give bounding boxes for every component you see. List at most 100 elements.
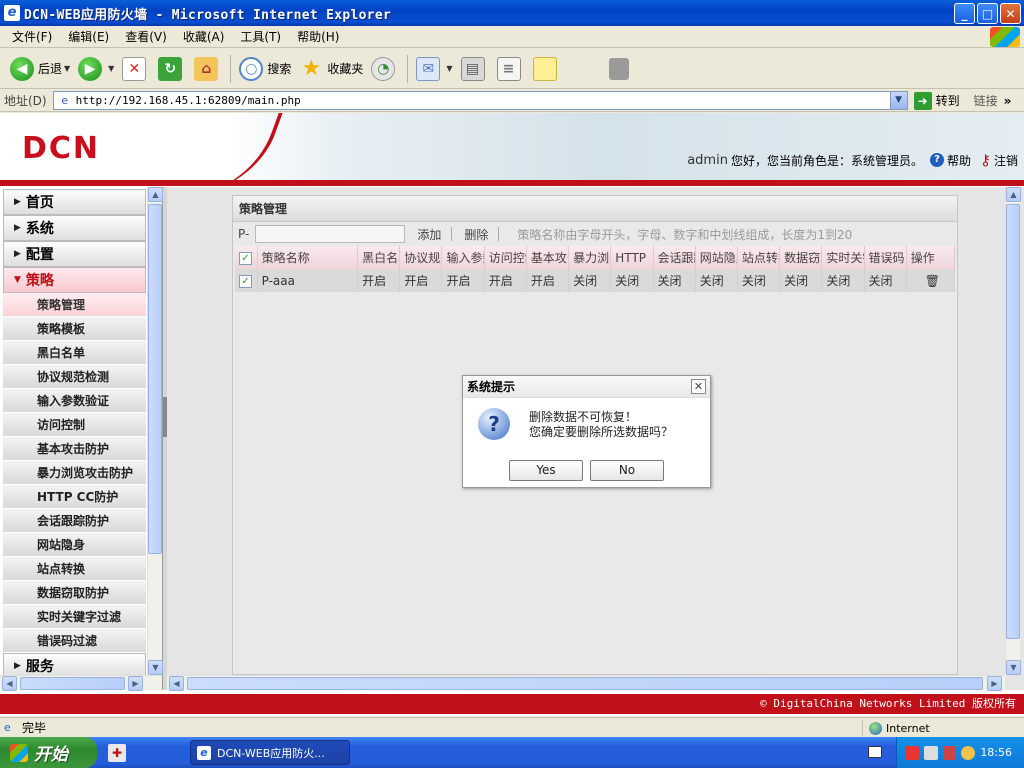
sidebar-item-policy-sub[interactable]: 策略模板 — [3, 317, 146, 341]
row-select-cell[interactable]: ✓ — [235, 269, 258, 292]
scroll-down-icon[interactable]: ▼ — [148, 660, 163, 675]
monitor-icon[interactable] — [923, 745, 938, 760]
column-header[interactable]: 实时关键 — [821, 246, 865, 269]
menu-tools[interactable]: 工具(T) — [232, 28, 289, 45]
refresh-button[interactable]: ↻ — [154, 52, 190, 86]
go-button[interactable]: ➜ 转到 — [913, 91, 960, 110]
key-icon[interactable]: ⚷ — [980, 151, 991, 169]
sidebar-item-policy-sub[interactable]: 暴力浏览攻击防护 — [3, 461, 146, 485]
select-all-checkbox[interactable]: ✓ — [239, 251, 252, 265]
favorites-button[interactable]: ★ 收藏夹 — [295, 52, 367, 86]
sidebar-item-policy-sub[interactable]: 数据窃取防护 — [3, 581, 146, 605]
scroll-up-icon[interactable]: ▲ — [148, 187, 163, 202]
start-button[interactable]: 开始 — [0, 737, 97, 768]
volume-icon[interactable] — [961, 745, 976, 760]
taskbar-ie-window[interactable]: e DCN-WEB应用防火... — [190, 740, 350, 765]
trash-icon[interactable]: 🗑 — [925, 274, 940, 288]
select-all-cell[interactable]: ✓ — [235, 246, 258, 269]
print-button[interactable]: ▤ — [457, 52, 493, 86]
notes-button[interactable] — [529, 52, 565, 86]
menu-view[interactable]: 查看(V) — [117, 28, 175, 45]
menu-favorites[interactable]: 收藏(A) — [175, 28, 233, 45]
delete-button[interactable]: 删除 — [460, 226, 492, 243]
delete-action-cell[interactable]: 🗑 — [906, 269, 956, 292]
search-button[interactable]: ○ 搜索 — [235, 52, 295, 86]
maximize-button[interactable]: □ — [977, 3, 998, 24]
stop-button[interactable]: ✕ — [118, 52, 154, 86]
policy-name-input[interactable] — [255, 225, 406, 243]
menu-edit[interactable]: 编辑(E) — [60, 28, 117, 45]
scroll-right-icon[interactable]: ▶ — [987, 676, 1002, 691]
scroll-up-icon[interactable]: ▲ — [1006, 187, 1021, 202]
nav-config[interactable]: ▶ 配置 — [3, 241, 146, 267]
network-icon[interactable] — [905, 745, 919, 760]
column-header[interactable]: 网站隐身 — [695, 246, 738, 269]
column-header[interactable]: 暴力浏览 — [568, 246, 612, 269]
content-hscroll-thumb[interactable] — [187, 677, 983, 690]
sidebar-item-policy-sub[interactable]: 协议规范检测 — [3, 365, 146, 389]
sidebar-item-policy-sub[interactable]: 网站隐身 — [3, 533, 146, 557]
sidebar-item-policy-sub[interactable]: HTTP CC防护 — [3, 485, 146, 509]
logout-link[interactable]: 注销 — [994, 152, 1018, 169]
no-button[interactable]: No — [590, 460, 664, 481]
scroll-left-icon[interactable]: ◀ — [2, 676, 17, 691]
sidebar-hscroll-thumb[interactable] — [20, 677, 125, 690]
row-checkbox[interactable]: ✓ — [239, 274, 252, 288]
help-link[interactable]: 帮助 — [947, 152, 971, 169]
scroll-down-icon[interactable]: ▼ — [1006, 660, 1021, 675]
address-url[interactable]: http://192.168.45.1:62809/main.php — [76, 94, 301, 107]
edit-button[interactable]: ≡ — [493, 52, 529, 86]
menu-help[interactable]: 帮助(H) — [289, 28, 347, 45]
tool-icon[interactable] — [942, 745, 957, 760]
nav-policy[interactable]: ▼ 策略 — [3, 267, 146, 293]
sidebar-item-policy-sub[interactable]: 站点转换 — [3, 557, 146, 581]
help-icon[interactable]: ? — [929, 153, 944, 167]
dialog-close-icon[interactable]: ✕ — [691, 379, 706, 394]
column-header[interactable]: 会话跟踪 — [653, 246, 696, 269]
scroll-right-icon[interactable]: ▶ — [128, 676, 143, 691]
address-dropdown-icon[interactable]: ▼ — [889, 92, 907, 109]
sidebar-vscroll[interactable]: ▲ ▼ — [147, 187, 163, 675]
add-button[interactable]: 添加 — [413, 226, 445, 243]
sidebar-item-policy-sub[interactable]: 会话跟踪防护 — [3, 509, 146, 533]
sidebar-item-policy-sub[interactable]: 基本攻击防护 — [3, 437, 146, 461]
content-vscroll[interactable]: ▲ ▼ — [1005, 187, 1021, 675]
content-scroll-thumb[interactable] — [1006, 204, 1020, 639]
scroll-left-icon[interactable]: ◀ — [169, 676, 184, 691]
column-header[interactable]: 输入参数 — [441, 246, 485, 269]
home-button[interactable]: ⌂ — [190, 52, 226, 86]
mail-button[interactable]: ✉ ▼ — [412, 52, 456, 86]
sidebar-item-policy-sub[interactable]: 黑白名单 — [3, 341, 146, 365]
column-header[interactable]: 策略名称 — [257, 246, 359, 269]
forward-dropdown-icon[interactable]: ▼ — [108, 64, 114, 73]
close-button[interactable]: ✕ — [1000, 3, 1021, 24]
sidebar-item-policy-sub[interactable]: 错误码过滤 — [3, 629, 146, 653]
forward-button[interactable]: ▶ ▼ — [74, 52, 118, 86]
sidebar-item-policy-sub[interactable]: 输入参数验证 — [3, 389, 146, 413]
mail-dropdown-icon[interactable]: ▼ — [446, 64, 452, 73]
yes-button[interactable]: Yes — [509, 460, 583, 481]
sidebar-hscroll[interactable]: ◀ ▶ — [0, 675, 162, 691]
quick-launch-icon[interactable]: ✚ — [108, 744, 126, 762]
column-header[interactable]: 数据窃取 — [779, 246, 823, 269]
minimize-button[interactable]: _ — [954, 3, 975, 24]
column-header[interactable]: 协议规范 — [399, 246, 443, 269]
history-button[interactable]: ◔ — [367, 52, 403, 86]
nav-system[interactable]: ▶ 系统 — [3, 215, 146, 241]
nav-home[interactable]: ▶ 首页 — [3, 189, 146, 215]
column-header[interactable]: 操作 — [906, 246, 956, 269]
back-dropdown-icon[interactable]: ▼ — [64, 64, 70, 73]
column-header[interactable]: 基本攻击 — [526, 246, 570, 269]
address-input[interactable]: e http://192.168.45.1:62809/main.php ▼ — [52, 91, 908, 110]
research-button[interactable] — [605, 52, 637, 86]
column-header[interactable]: 站点转换 — [737, 246, 781, 269]
menu-file[interactable]: 文件(F) — [4, 28, 60, 45]
sidebar-item-policy-sub[interactable]: 访问控制 — [3, 413, 146, 437]
column-header[interactable]: 访问控制 — [484, 246, 527, 269]
sidebar-item-policy-sub[interactable]: 实时关键字过滤 — [3, 605, 146, 629]
sidebar-item-policy-sub[interactable]: 策略管理 — [3, 293, 146, 317]
keyboard-icon[interactable] — [868, 746, 882, 758]
sidebar-scroll-thumb[interactable] — [148, 204, 162, 554]
table-row[interactable]: ✓ P-aaa 开启 开启 开启 开启 开启 关闭 关闭 关闭 关闭 关闭 关闭 关闭 关闭 🗑 — [235, 269, 956, 292]
content-hscroll[interactable]: ◀ ▶ — [167, 675, 1005, 691]
